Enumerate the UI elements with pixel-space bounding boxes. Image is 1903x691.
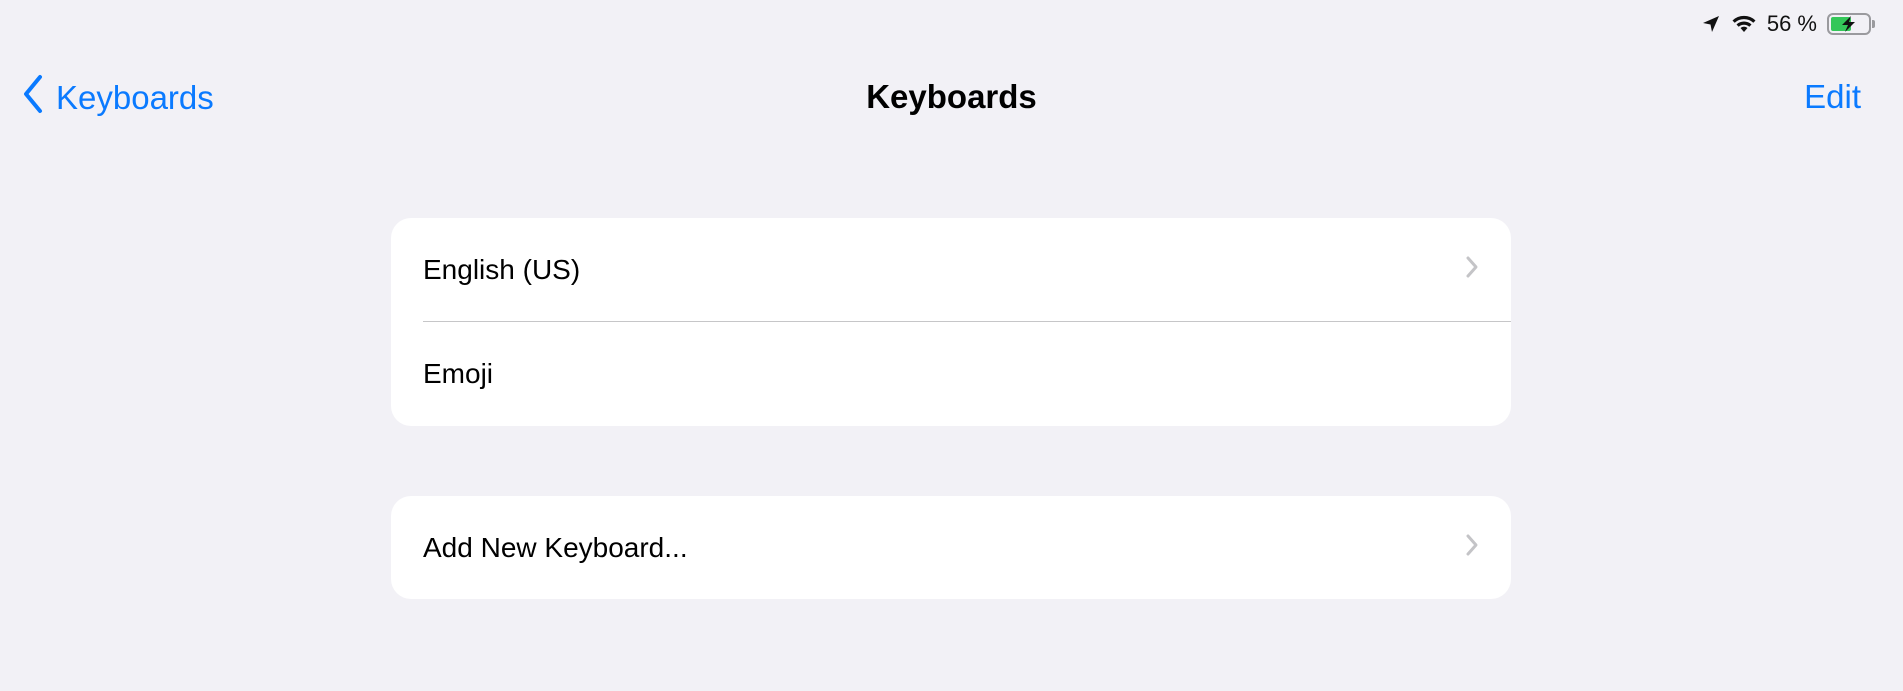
battery-icon xyxy=(1827,13,1875,35)
location-arrow-icon xyxy=(1701,14,1721,34)
chevron-right-icon xyxy=(1465,532,1479,564)
list-item-emoji[interactable]: Emoji xyxy=(391,321,1511,426)
add-new-keyboard-label: Add New Keyboard... xyxy=(423,531,688,563)
list-item-label: Emoji xyxy=(423,357,494,389)
keyboards-list: English (US) Emoji xyxy=(391,218,1511,426)
list-item-english-us[interactable]: English (US) xyxy=(391,218,1511,321)
chevron-right-icon xyxy=(1465,254,1479,286)
page-title: Keyboards xyxy=(866,78,1037,115)
wifi-icon xyxy=(1731,14,1757,34)
list-item-label: English (US) xyxy=(423,253,581,285)
add-keyboard-group: Add New Keyboard... xyxy=(391,496,1511,599)
add-new-keyboard-button[interactable]: Add New Keyboard... xyxy=(391,496,1511,599)
settings-screen: 56 % Keyboards Keyboards Edit English (U… xyxy=(0,0,1903,691)
status-bar: 56 % xyxy=(1701,8,1875,40)
battery-percent: 56 % xyxy=(1766,11,1817,36)
edit-button[interactable]: Edit xyxy=(1804,78,1861,116)
charging-bolt-icon xyxy=(1842,16,1855,32)
